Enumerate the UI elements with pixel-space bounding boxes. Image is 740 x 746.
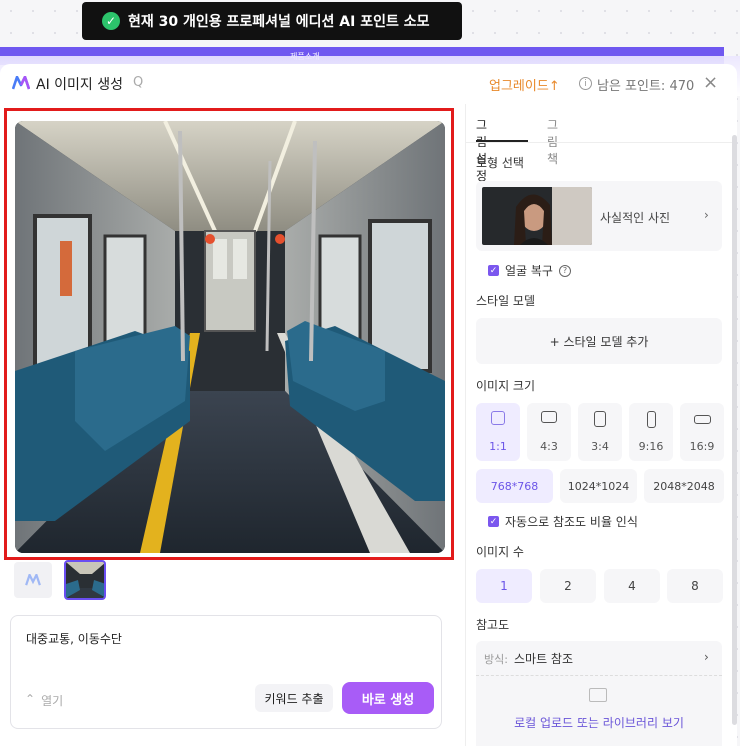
count-8[interactable]: 8 [667,569,723,603]
chevron-right-icon: › [704,208,709,222]
app-logo-icon [12,76,30,90]
count-section-label: 이미지 수 [476,545,524,559]
style-section-label: 스타일 모델 [476,294,536,308]
page-title: AI 이미지 생성 [36,77,124,93]
model-selector[interactable]: 사실적인 사진 › [476,181,722,251]
model-section-label: 모형 선택 [476,156,524,170]
prompt-text[interactable]: 대중교통, 이동수단 [26,630,122,647]
reference-section-label: 참고도 [476,618,510,632]
chevron-up-icon: ⌃ [25,692,36,706]
auto-ratio-option[interactable]: ✓ 자동으로 참조도 비율 인식 [488,513,638,530]
wide-icon [693,415,711,424]
search-help-icon[interactable]: Q [133,75,143,90]
portrait-image [482,187,592,245]
ai-image-panel: AI 이미지 생성 Q 업그레이드↑ i 남은 포인트: 470 × 대중교통,… [0,64,737,746]
reference-method-select[interactable]: 방식: 스마트 참조 › [476,641,722,675]
app-logo-small-icon [25,574,41,586]
portrait-icon [594,411,606,427]
chevron-right-icon: › [704,650,709,664]
ratio-1-1[interactable]: 1:1 [476,403,520,461]
info-icon[interactable]: i [579,77,592,90]
prompt-input[interactable]: 대중교통, 이동수단 ⌃ 열기 키워드 추출 바로 생성 [10,615,442,729]
face-restore-label: 얼굴 복구 [505,264,553,278]
remaining-points: 남은 포인트: 470 [597,79,695,94]
reference-upload-area[interactable]: 로컬 업로드 또는 라이브러리 보기 [476,675,722,746]
model-name: 사실적인 사진 [600,211,671,225]
ratio-label: 9:16 [638,440,664,453]
thumbnail-image [66,562,104,598]
ratio-label: 4:3 [540,440,558,453]
close-button[interactable]: × [703,72,718,93]
square-icon [491,411,505,425]
size-768[interactable]: 768*768 [476,469,553,503]
count-1[interactable]: 1 [476,569,532,603]
ratio-3-4[interactable]: 3:4 [578,403,622,461]
image-count-options: 1 2 4 8 [476,569,726,603]
help-icon[interactable]: ? [558,264,571,277]
face-restore-checkbox[interactable]: ✓ [488,265,499,276]
thumbnail-selected[interactable] [64,560,106,600]
generated-image-frame [4,108,454,560]
upgrade-arrow-icon: ↑ [548,79,560,94]
count-4[interactable]: 4 [604,569,660,603]
image-icon [589,688,607,702]
panel-header: AI 이미지 생성 Q 업그레이드↑ i 남은 포인트: 470 × [0,64,737,104]
reference-method-value: 스마트 참조 [514,652,574,666]
ratio-label: 3:4 [591,440,609,453]
thumbnail-logo[interactable] [14,562,52,598]
upload-link[interactable]: 로컬 업로드 또는 라이브러리 보기 [476,714,722,731]
settings-scrollbar[interactable] [732,135,737,725]
expand-label: 열기 [41,694,64,708]
aspect-ratio-options: 1:1 4:3 3:4 9:16 16:9 [476,403,726,461]
face-restore-option[interactable]: ✓ 얼굴 복구 ? [488,262,571,279]
auto-ratio-label: 자동으로 참조도 비율 인식 [505,515,638,529]
model-thumbnail [482,187,592,245]
size-2048[interactable]: 2048*2048 [644,469,724,503]
ratio-9-16[interactable]: 9:16 [629,403,673,461]
ratio-label: 16:9 [689,440,715,453]
tab-image-settings[interactable]: 그림 설정 [476,116,487,184]
resolution-options: 768*768 1024*1024 2048*2048 [476,469,726,503]
keyword-extract-button[interactable]: 키워드 추출 [255,684,333,712]
toast-message: 현재 30 개인용 프로페셔널 에디션 AI 포인트 소모 [128,14,430,30]
tab-divider [466,142,736,143]
landscape-icon [541,411,557,423]
generated-image[interactable] [15,121,445,553]
generate-button[interactable]: 바로 생성 [342,682,434,714]
upgrade-label: 업그레이드 [489,79,549,94]
size-section-label: 이미지 크기 [476,379,536,393]
toast-notification: ✓ 현재 30 개인용 프로페셔널 에디션 AI 포인트 소모 [82,2,462,40]
size-1024[interactable]: 1024*1024 [560,469,637,503]
check-circle-icon: ✓ [102,12,120,30]
count-2[interactable]: 2 [540,569,596,603]
settings-panel: 그림 설정 그림책 모형 선택 사실적인 사진 › ✓ 얼굴 복구 ? [465,104,736,746]
auto-ratio-checkbox[interactable]: ✓ [488,516,499,527]
tall-icon [646,411,656,428]
add-style-button[interactable]: + 스타일 모델 추가 [476,318,722,364]
ratio-4-3[interactable]: 4:3 [527,403,571,461]
ratio-label: 1:1 [489,440,507,453]
expand-button[interactable]: ⌃ 열기 [25,692,63,709]
upgrade-button[interactable]: 업그레이드↑ [489,75,560,94]
ratio-16-9[interactable]: 16:9 [680,403,724,461]
reference-method-label: 방식: [484,653,508,666]
subway-image [15,121,445,553]
